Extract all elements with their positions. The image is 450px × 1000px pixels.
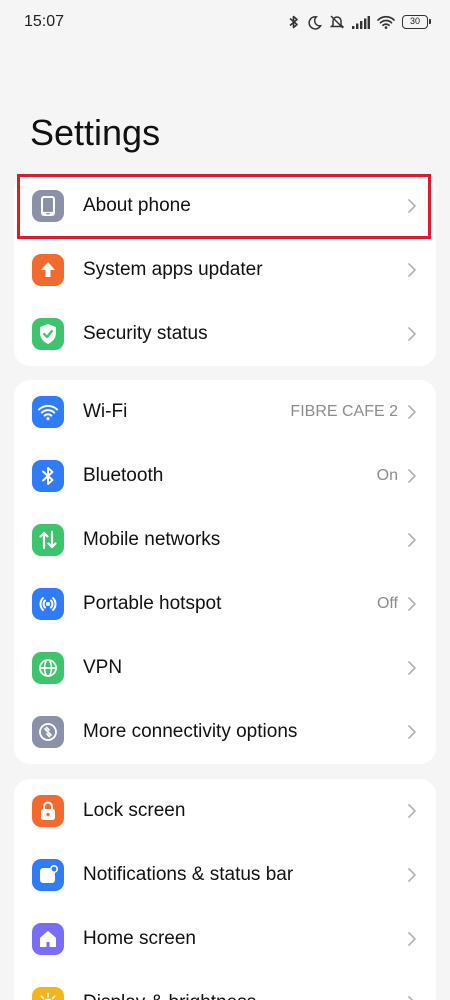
chevron-right-icon [408, 804, 416, 818]
signal-icon [352, 15, 370, 29]
status-time: 15:07 [24, 13, 65, 30]
home-icon [32, 923, 64, 955]
sun-icon [32, 987, 64, 1000]
chevron-right-icon [408, 263, 416, 277]
settings-item-label: About phone [83, 195, 191, 216]
settings-item-vpn[interactable]: VPN [14, 636, 436, 700]
link-icon [32, 716, 64, 748]
lock-icon [32, 795, 64, 827]
settings-item-home-screen[interactable]: Home screen [14, 907, 436, 971]
chevron-right-icon [408, 932, 416, 946]
settings-item-value: On [376, 467, 398, 484]
shield-check-icon [32, 318, 64, 350]
settings-group-2: Wi-Fi FIBRE CAFE 2 Bluetooth On Mobile n… [14, 380, 436, 764]
moon-icon [307, 15, 322, 30]
settings-item-display-brightness[interactable]: Display & brightness [14, 971, 436, 1000]
chevron-right-icon [408, 661, 416, 675]
hotspot-icon [32, 588, 64, 620]
status-icons: 30 [288, 14, 431, 30]
chevron-right-icon [408, 725, 416, 739]
settings-item-label: Lock screen [83, 800, 186, 821]
bluetooth-icon [32, 460, 64, 492]
notification-icon [32, 859, 64, 891]
settings-item-value: Off [376, 595, 398, 612]
settings-group-3: Lock screen Notifications & status bar H… [14, 779, 436, 1000]
settings-item-label: Bluetooth [83, 465, 164, 486]
settings-item-label: More connectivity options [83, 721, 298, 742]
chevron-right-icon [408, 469, 416, 483]
page-title: Settings [30, 112, 161, 153]
status-bar: 15:07 30 [0, 0, 450, 44]
settings-group-1: About phone System apps updater Security… [14, 174, 436, 366]
settings-item-label: Notifications & status bar [83, 864, 294, 885]
chevron-right-icon [408, 533, 416, 547]
wifi-icon [377, 15, 395, 29]
settings-item-about-phone[interactable]: About phone [14, 174, 436, 238]
settings-item-wifi[interactable]: Wi-Fi FIBRE CAFE 2 [14, 380, 436, 444]
settings-item-label: Portable hotspot [83, 593, 222, 614]
settings-item-label: Mobile networks [83, 529, 221, 550]
wifi-icon [32, 396, 64, 428]
settings-item-label: VPN [83, 657, 123, 678]
settings-item-label: Wi-Fi [83, 401, 128, 422]
settings-item-lock-screen[interactable]: Lock screen [14, 779, 436, 843]
settings-item-label: Display & brightness [83, 992, 398, 1000]
settings-item-label: Home screen [83, 928, 196, 949]
settings-item-mobile-networks[interactable]: Mobile networks [14, 508, 436, 572]
chevron-right-icon [408, 868, 416, 882]
battery-icon: 30 [402, 15, 431, 29]
bluetooth-icon [288, 14, 300, 30]
chevron-right-icon [408, 327, 416, 341]
settings-item-notifications[interactable]: Notifications & status bar [14, 843, 436, 907]
settings-item-security-status[interactable]: Security status [14, 302, 436, 366]
settings-item-value: FIBRE CAFE 2 [290, 403, 398, 420]
settings-item-label: Security status [83, 323, 208, 344]
chevron-right-icon [408, 199, 416, 213]
settings-item-system-apps-updater[interactable]: System apps updater [14, 238, 436, 302]
settings-item-portable-hotspot[interactable]: Portable hotspot Off [14, 572, 436, 636]
data-arrows-icon [32, 524, 64, 556]
chevron-right-icon [408, 405, 416, 419]
settings-item-bluetooth[interactable]: Bluetooth On [14, 444, 436, 508]
bell-off-icon [329, 14, 345, 30]
arrow-up-icon [32, 254, 64, 286]
settings-item-label: System apps updater [83, 259, 263, 280]
chevron-right-icon [408, 597, 416, 611]
globe-icon [32, 652, 64, 684]
settings-item-more-connectivity[interactable]: More connectivity options [14, 700, 436, 764]
phone-icon [32, 190, 64, 222]
chevron-right-icon [408, 996, 414, 1000]
